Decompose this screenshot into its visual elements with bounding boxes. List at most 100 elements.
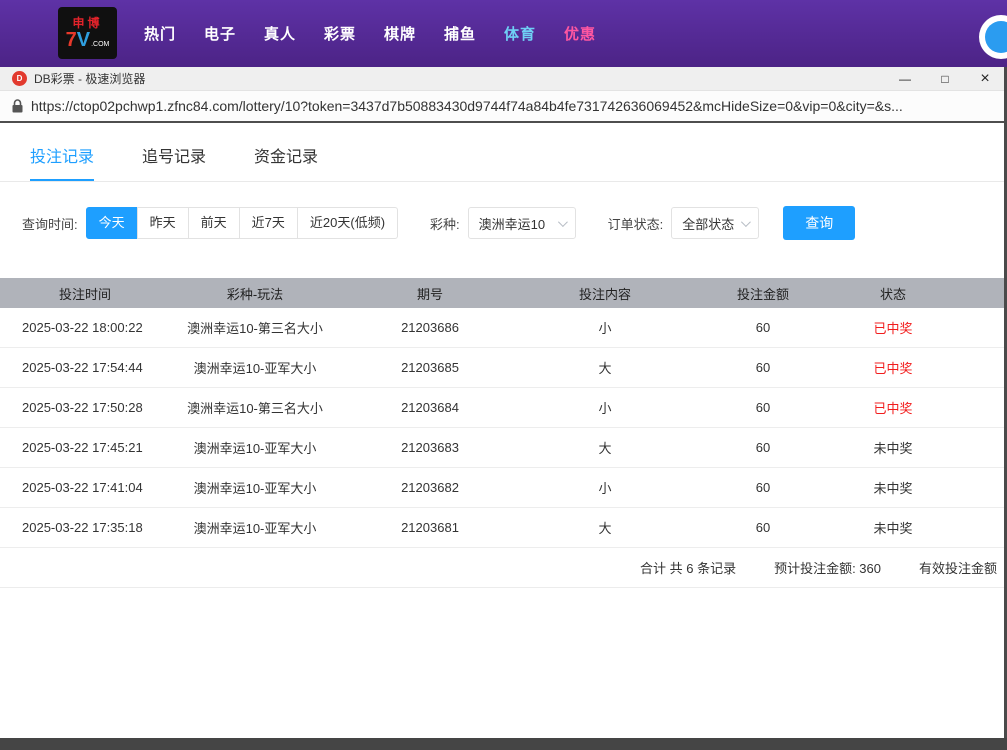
- nav-item-fishing[interactable]: 捕鱼: [430, 23, 490, 44]
- minimize-button[interactable]: —: [885, 67, 925, 90]
- window-controls: — □ ×: [885, 67, 1005, 90]
- time-filter-label: 查询时间:: [22, 214, 78, 233]
- time-filter-today-button[interactable]: 今天: [86, 207, 138, 239]
- chevron-down-icon: [558, 217, 568, 227]
- logo-text-brand: 7 V .COM: [66, 30, 110, 50]
- summary-total: 合计 共 6 条记录: [640, 558, 736, 577]
- chevron-down-icon: [741, 217, 751, 227]
- lock-icon: [12, 99, 23, 113]
- cell-bet-time: 2025-03-22 17:54:44: [0, 360, 170, 375]
- table-row: 2025-03-22 17:50:28 澳洲幸运10-第三名大小 2120368…: [0, 388, 1007, 428]
- cell-status: 未中奖: [836, 518, 950, 537]
- header-bet-amount: 投注金额: [690, 284, 836, 303]
- cell-bet-amount: 60: [690, 520, 836, 535]
- cell-bet-amount: 60: [690, 440, 836, 455]
- cell-bet-time: 2025-03-22 17:50:28: [0, 400, 170, 415]
- cell-bet-time: 2025-03-22 17:41:04: [0, 480, 170, 495]
- nav-item-electronic[interactable]: 电子: [190, 23, 250, 44]
- main-nav: 热门 电子 真人 彩票 棋牌 捕鱼 体育 优惠: [130, 23, 610, 44]
- tab-chase-records[interactable]: 追号记录: [142, 143, 206, 181]
- cell-status: 已中奖: [836, 398, 950, 417]
- cell-lottery-play: 澳洲幸运10-亚军大小: [170, 358, 340, 377]
- browser-titlebar: D DB彩票 - 极速浏览器 — □ ×: [0, 67, 1007, 91]
- cell-bet-content: 大: [520, 438, 690, 457]
- cell-bet-time: 2025-03-22 18:00:22: [0, 320, 170, 335]
- nav-item-sports[interactable]: 体育: [490, 23, 550, 44]
- browser-app-icon: D: [12, 71, 27, 86]
- nav-item-live[interactable]: 真人: [250, 23, 310, 44]
- window-bottom-border: [0, 738, 1007, 750]
- cell-issue-number: 21203682: [340, 480, 520, 495]
- customer-service-float-icon[interactable]: [979, 15, 1007, 59]
- lottery-type-value: 澳洲幸运10: [479, 214, 545, 233]
- nav-item-hot[interactable]: 热门: [130, 23, 190, 44]
- query-button[interactable]: 查询: [783, 206, 855, 240]
- cell-bet-time: 2025-03-22 17:35:18: [0, 520, 170, 535]
- cell-lottery-play: 澳洲幸运10-第三名大小: [170, 318, 340, 337]
- cell-bet-amount: 60: [690, 400, 836, 415]
- cell-issue-number: 21203684: [340, 400, 520, 415]
- summary-valid-amount: 有效投注金额: [919, 558, 1007, 577]
- time-filter-20days-button[interactable]: 近20天(低频): [297, 207, 398, 239]
- nav-item-promo[interactable]: 优惠: [550, 23, 610, 44]
- cell-lottery-play: 澳洲幸运10-亚军大小: [170, 438, 340, 457]
- service-icon: [985, 21, 1007, 53]
- header-bet-content: 投注内容: [520, 284, 690, 303]
- order-status-value: 全部状态: [682, 214, 734, 233]
- cell-issue-number: 21203686: [340, 320, 520, 335]
- table-row: 2025-03-22 18:00:22 澳洲幸运10-第三名大小 2120368…: [0, 308, 1007, 348]
- site-topbar: 申博 7 V .COM 热门 电子 真人 彩票 棋牌 捕鱼 体育 优惠: [0, 0, 1007, 67]
- cell-bet-amount: 60: [690, 360, 836, 375]
- address-bar[interactable]: https://ctop02pchwp1.zfnc84.com/lottery/…: [0, 91, 1007, 123]
- lottery-type-select[interactable]: 澳洲幸运10: [468, 207, 576, 239]
- cell-issue-number: 21203681: [340, 520, 520, 535]
- cell-lottery-play: 澳洲幸运10-亚军大小: [170, 478, 340, 497]
- header-status: 状态: [836, 284, 950, 303]
- cell-issue-number: 21203685: [340, 360, 520, 375]
- bet-records-table: 投注时间 彩种-玩法 期号 投注内容 投注金额 状态 2025-03-22 18…: [0, 278, 1007, 588]
- cell-bet-amount: 60: [690, 320, 836, 335]
- cell-lottery-play: 澳洲幸运10-亚军大小: [170, 518, 340, 537]
- window-title: DB彩票 - 极速浏览器: [34, 70, 145, 87]
- cell-status: 未中奖: [836, 438, 950, 457]
- time-filter-7days-button[interactable]: 近7天: [239, 207, 298, 239]
- close-button[interactable]: ×: [965, 67, 1005, 90]
- cell-issue-number: 21203683: [340, 440, 520, 455]
- cell-bet-amount: 60: [690, 480, 836, 495]
- header-lottery-play: 彩种-玩法: [170, 284, 340, 303]
- lottery-records-page: 投注记录 追号记录 资金记录 查询时间: 今天 昨天 前天 近7天 近20天(低…: [0, 123, 1007, 738]
- header-bet-time: 投注时间: [0, 284, 170, 303]
- table-row: 2025-03-22 17:41:04 澳洲幸运10-亚军大小 21203682…: [0, 468, 1007, 508]
- cell-bet-content: 小: [520, 478, 690, 497]
- order-status-label: 订单状态:: [608, 214, 664, 233]
- cell-bet-content: 小: [520, 318, 690, 337]
- table-summary-row: 合计 共 6 条记录 预计投注金额: 360 有效投注金额: [0, 548, 1007, 588]
- table-row: 2025-03-22 17:45:21 澳洲幸运10-亚军大小 21203683…: [0, 428, 1007, 468]
- table-row: 2025-03-22 17:35:18 澳洲幸运10-亚军大小 21203681…: [0, 508, 1007, 548]
- url-text: https://ctop02pchwp1.zfnc84.com/lottery/…: [31, 98, 903, 114]
- lottery-type-label: 彩种:: [430, 214, 460, 233]
- cell-status: 已中奖: [836, 358, 950, 377]
- table-header-row: 投注时间 彩种-玩法 期号 投注内容 投注金额 状态: [0, 278, 1007, 308]
- cell-bet-content: 大: [520, 358, 690, 377]
- nav-item-chess[interactable]: 棋牌: [370, 23, 430, 44]
- filter-bar: 查询时间: 今天 昨天 前天 近7天 近20天(低频) 彩种: 澳洲幸运10 订…: [22, 206, 1007, 240]
- header-issue-number: 期号: [340, 284, 520, 303]
- tab-fund-records[interactable]: 资金记录: [254, 143, 318, 181]
- order-status-select[interactable]: 全部状态: [671, 207, 759, 239]
- tab-bet-records[interactable]: 投注记录: [30, 143, 94, 181]
- cell-status: 未中奖: [836, 478, 950, 497]
- cell-status: 已中奖: [836, 318, 950, 337]
- time-filter-daybefore-button[interactable]: 前天: [188, 207, 240, 239]
- record-tabs: 投注记录 追号记录 资金记录: [0, 123, 1007, 182]
- table-row: 2025-03-22 17:54:44 澳洲幸运10-亚军大小 21203685…: [0, 348, 1007, 388]
- time-filter-yesterday-button[interactable]: 昨天: [137, 207, 189, 239]
- time-filter-group: 今天 昨天 前天 近7天 近20天(低频): [86, 207, 398, 239]
- site-logo[interactable]: 申博 7 V .COM: [58, 7, 117, 59]
- maximize-button[interactable]: □: [925, 67, 965, 90]
- nav-item-lottery[interactable]: 彩票: [310, 23, 370, 44]
- summary-expected-amount: 预计投注金额: 360: [774, 558, 881, 577]
- cell-bet-time: 2025-03-22 17:45:21: [0, 440, 170, 455]
- logo-text-cn: 申博: [72, 16, 102, 30]
- cell-bet-content: 大: [520, 518, 690, 537]
